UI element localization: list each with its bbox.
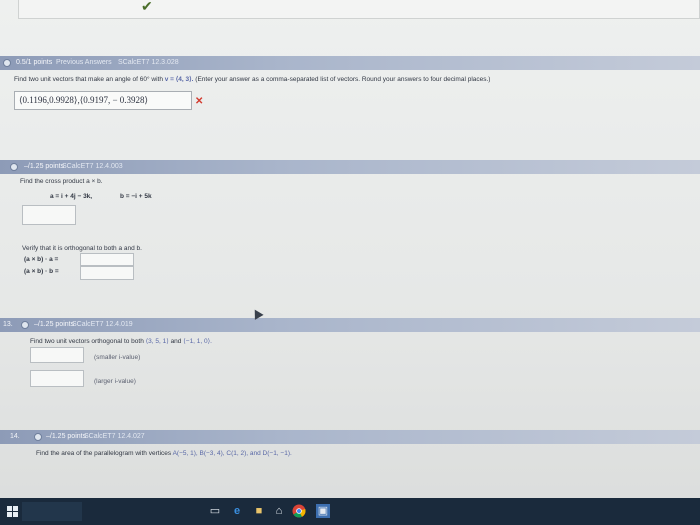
- question-number: 14.: [10, 433, 20, 440]
- source-label: SCalcET7 12.4.019: [72, 321, 133, 328]
- prompt-text: Find two unit vectors that make an angle…: [14, 76, 165, 83]
- source-label: SCalcET7 12.4.003: [62, 163, 123, 170]
- vector-a-definition: a = i + 4j − 3k,: [50, 193, 93, 200]
- edge-browser-icon[interactable]: e: [230, 504, 244, 518]
- unit-vector-large-input[interactable]: [30, 370, 84, 387]
- taskbar: ▭ e ■ ⌂ ▣: [0, 498, 700, 525]
- source-label: SCalcET7 12.3.028: [118, 59, 179, 66]
- points-label: –/1.25 points: [34, 321, 75, 328]
- question-prompt: Find two unit vectors orthogonal to both…: [30, 337, 212, 345]
- photos-icon[interactable]: ▣: [316, 504, 330, 518]
- store-icon[interactable]: ⌂: [272, 504, 286, 518]
- answer-field[interactable]: ⟨0.1196,0.9928⟩,⟨0.9197, − 0.3928⟩: [14, 91, 192, 110]
- prompt-text: Find the area of the parallelogram with …: [36, 450, 173, 457]
- smaller-hint: (smaller i-value): [94, 354, 141, 361]
- question-prompt: Find two unit vectors that make an angle…: [14, 75, 490, 83]
- question-status-icon: [10, 163, 18, 171]
- points-label: –/1.25 points: [24, 163, 65, 170]
- question-status-icon: [3, 59, 11, 67]
- prompt-and: and: [168, 338, 184, 345]
- question-status-icon: [21, 321, 29, 329]
- question-number: 13.: [3, 321, 13, 328]
- search-box[interactable]: [22, 502, 82, 521]
- prompt-text: Find two unit vectors orthogonal to both: [30, 338, 146, 345]
- vertices-list: A(−5, 1), B(−3, 4), C(1, 2), and D(−1, −…: [172, 450, 292, 457]
- question-prompt: Find the cross product a × b.: [20, 178, 103, 185]
- vector-b-definition: b = −i + 5k: [120, 193, 152, 200]
- question-header-13: 13. –/1.25 points SCalcET7 12.4.019: [0, 318, 700, 332]
- dot-a-input[interactable]: [80, 253, 134, 266]
- vector-v: v = ⟨4, 3⟩.: [164, 76, 194, 83]
- file-explorer-icon[interactable]: ▭: [208, 504, 222, 518]
- verify-prompt: Verify that it is orthogonal to both a a…: [22, 245, 142, 252]
- question-header-11: 0.5/1 points Previous Answers SCalcET7 1…: [0, 56, 700, 70]
- larger-hint: (larger i-value): [94, 378, 136, 385]
- vector-one: ⟨3, 5, 1⟩: [145, 338, 169, 345]
- vector-two: ⟨−1, 1, 0⟩.: [183, 338, 212, 345]
- dot-a-label: (a × b) · a =: [24, 256, 59, 263]
- assignment-page: ✔ 0.5/1 points Previous Answers SCalcET7…: [0, 0, 700, 498]
- correct-check-icon: ✔: [141, 0, 153, 14]
- cross-product-input[interactable]: [22, 205, 76, 225]
- question-status-icon: [34, 433, 42, 441]
- windows-start-icon[interactable]: [7, 506, 18, 517]
- previous-answers-link[interactable]: Previous Answers: [56, 56, 112, 70]
- folder-icon[interactable]: ■: [252, 504, 266, 518]
- dot-b-label: (a × b) · b =: [24, 268, 59, 275]
- question-header-14: 14. –/1.25 points SCalcET7 12.4.027: [0, 430, 700, 444]
- points-label: –/1.25 points: [46, 433, 87, 440]
- incorrect-x-icon: ✕: [195, 96, 204, 107]
- dot-b-input[interactable]: [80, 266, 134, 280]
- source-label: SCalcET7 12.4.027: [84, 433, 145, 440]
- question-header-12: –/1.25 points SCalcET7 12.4.003: [0, 160, 700, 174]
- chrome-glyph: [292, 504, 306, 518]
- previous-answer-box: ✔: [18, 0, 700, 19]
- points-label: 0.5/1 points: [16, 59, 53, 66]
- unit-vector-small-input[interactable]: [30, 347, 84, 363]
- chrome-icon[interactable]: [292, 504, 306, 518]
- question-prompt: Find the area of the parallelogram with …: [36, 450, 292, 457]
- prompt-instructions: (Enter your answer as a comma-separated …: [193, 76, 491, 83]
